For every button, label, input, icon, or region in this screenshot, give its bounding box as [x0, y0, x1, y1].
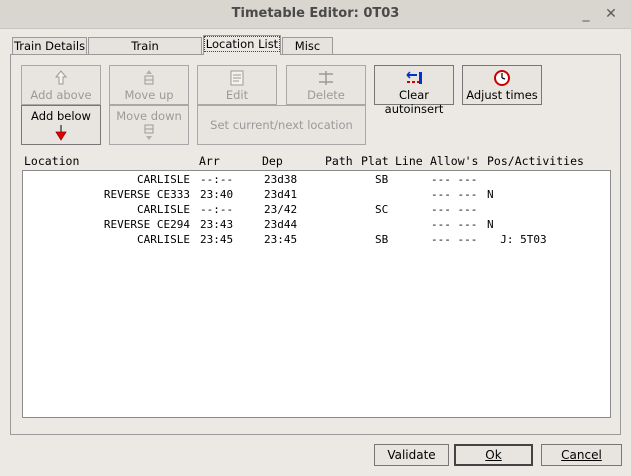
minimize-icon[interactable]: _	[576, 4, 596, 24]
table-row[interactable]: REVERSE CE333 23:40 23d41 --- --- N	[23, 188, 608, 203]
col-pos-activities: Pos/Activities	[487, 154, 584, 168]
tab-train-details[interactable]: Train Details	[12, 37, 87, 54]
tab-location-list[interactable]: Location List	[203, 35, 281, 55]
move-down-button[interactable]: Move down	[109, 105, 189, 145]
table-row[interactable]: CARLISLE 23:45 23:45 SB --- --- J: 5T03	[23, 233, 608, 248]
add-above-button[interactable]: Add above	[21, 65, 101, 105]
add-below-button[interactable]: Add below	[21, 105, 101, 145]
col-location: Location	[24, 154, 80, 168]
close-icon[interactable]: ✕	[601, 4, 621, 24]
tab-train-characteristics[interactable]: Train Characteristics	[88, 37, 202, 70]
table-row[interactable]: CARLISLE --:-- 23d38 SB --- ---	[23, 173, 608, 188]
edit-button[interactable]: Edit	[197, 65, 277, 105]
table-row[interactable]: REVERSE CE294 23:43 23d44 --- --- N	[23, 218, 608, 233]
col-dep: Dep	[262, 154, 283, 168]
set-current-location-button[interactable]: Set current/next location	[197, 105, 366, 145]
tab-misc[interactable]: Misc	[282, 37, 333, 54]
arrow-down-icon	[55, 125, 67, 141]
edit-icon	[230, 70, 244, 86]
delete-button[interactable]: Delete	[286, 65, 366, 105]
clear-autoinsert-icon	[406, 71, 422, 84]
cancel-button[interactable]: Cancel	[541, 444, 622, 466]
adjust-times-button[interactable]: Adjust times	[462, 65, 542, 105]
move-up-icon	[144, 70, 154, 85]
window-title: Timetable Editor: 0T03	[231, 6, 400, 21]
delete-icon	[319, 71, 333, 85]
validate-button[interactable]: Validate	[374, 444, 449, 466]
col-path: Path	[325, 154, 353, 168]
col-allows: Allow's	[430, 154, 479, 168]
title-bar: Timetable Editor: 0T03 _ ✕	[0, 0, 631, 29]
location-listbox[interactable]: CARLISLE --:-- 23d38 SB --- --- REVERSE …	[22, 170, 611, 418]
arrow-up-icon	[54, 70, 68, 85]
move-down-icon	[144, 124, 154, 140]
ok-button[interactable]: Ok	[454, 444, 533, 466]
table-row[interactable]: CARLISLE --:-- 23/42 SC --- ---	[23, 203, 608, 218]
col-plat: Plat	[361, 154, 389, 168]
move-up-button[interactable]: Move up	[109, 65, 189, 105]
clear-autoinsert-button[interactable]: Clear autoinsert	[374, 65, 454, 116]
clock-icon	[494, 70, 510, 86]
col-arr: Arr	[199, 154, 220, 168]
col-line: Line	[395, 154, 423, 168]
